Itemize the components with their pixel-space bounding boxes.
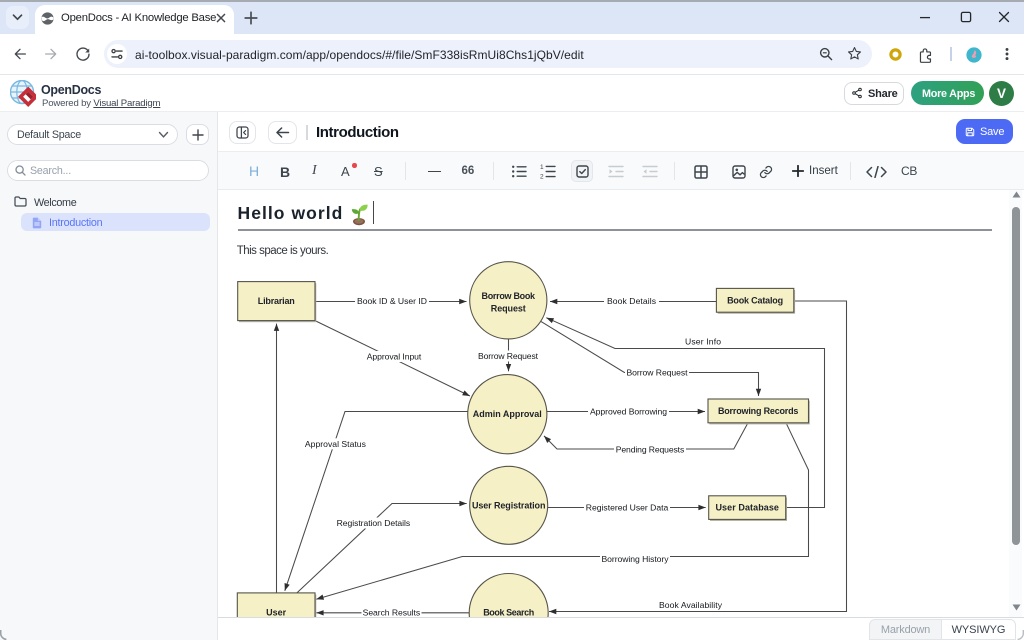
svg-text:Borrow Request: Borrow Request [478,351,539,361]
svg-text:Approval Status: Approval Status [305,439,366,449]
svg-text:Pending Requests: Pending Requests [616,445,685,455]
svg-text:Request: Request [491,304,526,314]
svg-text:Book ID & User ID: Book ID & User ID [357,296,427,306]
svg-text:2: 2 [540,174,544,180]
svg-text:Approval Input: Approval Input [367,352,422,362]
svg-text:Book Availability: Book Availability [659,600,723,610]
svg-text:User: User [266,607,286,617]
svg-text:Borrowing History: Borrowing History [602,554,670,564]
svg-text:Borrow Request: Borrow Request [627,368,689,378]
svg-text:Admin Approval: Admin Approval [473,409,542,419]
svg-text:Registration Details: Registration Details [337,518,411,528]
svg-text:User Info: User Info [685,337,721,347]
svg-text:Book Catalog: Book Catalog [727,295,783,305]
svg-text:Search Results: Search Results [363,608,421,617]
svg-text:User Database: User Database [715,503,779,513]
svg-text:1: 1 [540,164,544,171]
svg-text:Registered User Data: Registered User Data [586,503,669,513]
svg-text:Borrow Book: Borrow Book [482,291,536,301]
svg-text:Book Details: Book Details [607,296,656,306]
svg-text:Book Search: Book Search [483,607,534,617]
svg-text:Approved Borrowing: Approved Borrowing [590,407,667,417]
svg-text:Librarian: Librarian [258,296,295,306]
svg-text:User Registration: User Registration [472,500,546,510]
svg-text:Borrowing Records: Borrowing Records [718,406,799,416]
